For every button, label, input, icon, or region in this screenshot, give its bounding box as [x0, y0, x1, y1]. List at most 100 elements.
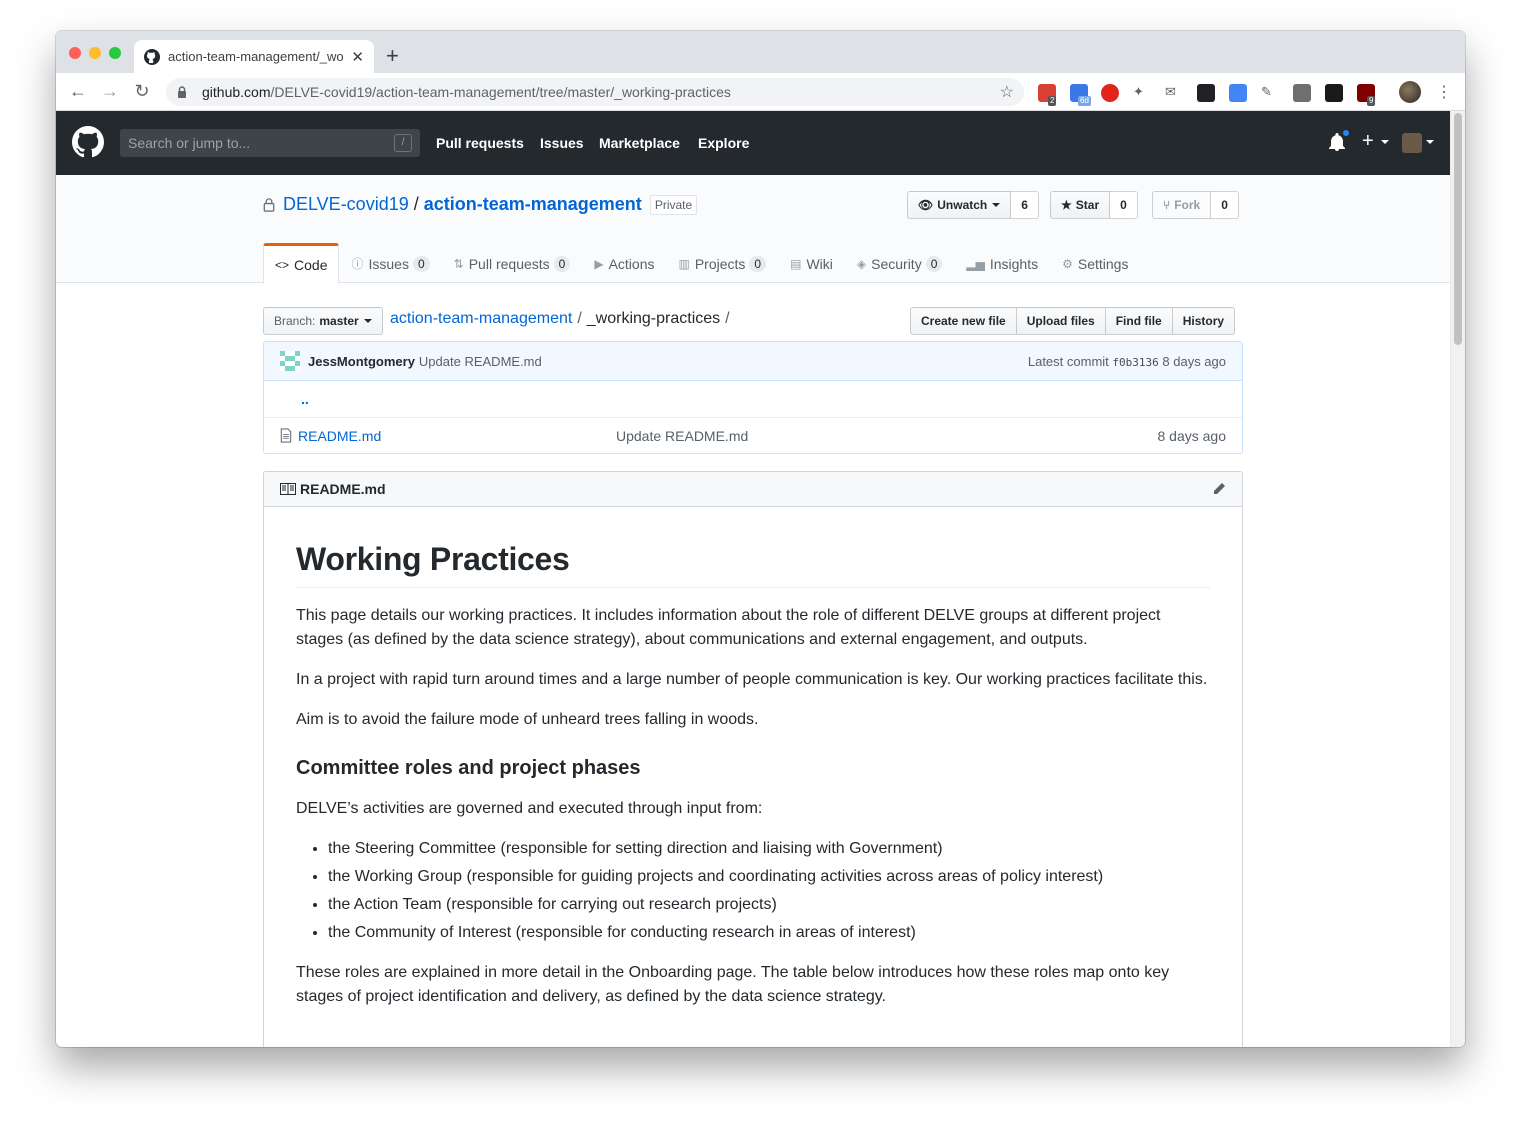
edit-pencil-icon[interactable]	[1212, 482, 1226, 496]
tab-close-icon[interactable]: ✕	[351, 48, 364, 66]
forward-icon[interactable]: →	[99, 81, 121, 102]
file-name-link[interactable]: README.md	[298, 428, 381, 444]
extension-feather-icon[interactable]: ✎	[1261, 84, 1279, 102]
chrome-menu-icon[interactable]: ⋮	[1436, 82, 1452, 102]
create-new-caret-icon	[1381, 140, 1389, 144]
breadcrumb-separator: /	[577, 310, 582, 327]
fork-button[interactable]: ⑂ Fork	[1152, 191, 1212, 219]
star-label: Star	[1075, 198, 1100, 212]
find-file-button[interactable]: Find file	[1104, 307, 1173, 335]
tab-code[interactable]: <> Code	[263, 243, 340, 284]
commit-message-link[interactable]: Update README.md	[419, 354, 542, 369]
repo-name-link[interactable]: action-team-management	[424, 194, 642, 215]
github-search-input[interactable]: Search or jump to... /	[120, 129, 420, 157]
nav-marketplace[interactable]: Marketplace	[599, 135, 680, 151]
extension-blue-icon[interactable]	[1229, 84, 1247, 102]
book-icon	[280, 483, 296, 495]
tab-projects[interactable]: ▥ Projects 0	[667, 243, 779, 283]
code-icon: <>	[275, 258, 290, 272]
readme-paragraph: DELVE’s activities are governed and exec…	[296, 800, 763, 817]
repo-title: DELVE-covid19 / action-team-management P…	[263, 194, 698, 215]
tab-counter: 0	[412, 255, 430, 272]
nav-pull-requests[interactable]: Pull requests	[436, 135, 524, 151]
commit-author-link[interactable]: JessMontgomery	[308, 354, 415, 369]
github-header: Search or jump to... / Pull requests Iss…	[56, 111, 1450, 175]
close-window-button[interactable]	[69, 47, 81, 59]
tab-actions[interactable]: ▶ Actions	[582, 243, 666, 283]
address-bar[interactable]: github.com/DELVE-covid19/action-team-man…	[166, 78, 1024, 106]
nav-issues[interactable]: Issues	[540, 135, 584, 151]
parent-dir-row[interactable]: ..	[264, 381, 1242, 417]
tab-insights[interactable]: ▂▅ Insights	[954, 243, 1050, 283]
tab-pull-requests[interactable]: ⇅ Pull requests 0	[442, 243, 583, 283]
history-button[interactable]: History	[1171, 307, 1236, 335]
bookmark-star-icon[interactable]: ☆	[1000, 82, 1014, 102]
extension-camera-icon[interactable]	[1197, 84, 1215, 102]
unwatch-label: Unwatch	[937, 198, 988, 212]
readme-content: Working Practices This page details our …	[264, 507, 1242, 1009]
upload-files-button[interactable]: Upload files	[1015, 307, 1106, 335]
tab-title: action-team-management/_wo	[168, 49, 344, 64]
create-new-icon[interactable]: +	[1362, 130, 1374, 153]
scrollbar-thumb[interactable]	[1454, 113, 1462, 345]
extension-badge: 9	[1367, 96, 1376, 106]
branch-name: master	[319, 314, 359, 328]
list-item: the Community of Interest (responsible f…	[328, 921, 1210, 945]
tab-label: Code	[294, 257, 328, 273]
fork-icon: ⑂	[1163, 198, 1171, 212]
repo-nav: <> Code ⓘ Issues 0 ⇅ Pull requests 0 ▶ Actions…	[263, 243, 1140, 284]
private-label: Private	[649, 194, 698, 215]
extension-dropbox-icon[interactable]: ✦	[1133, 84, 1151, 102]
tab-settings[interactable]: ⚙ Settings	[1050, 243, 1140, 283]
browser-tabbar: action-team-management/_wo ✕ +	[56, 31, 1465, 73]
watch-group: 👁 Unwatch 6	[907, 191, 1039, 219]
extension-ap-icon[interactable]	[1293, 84, 1311, 102]
roles-list: the Steering Committee (responsible for …	[296, 837, 1210, 945]
star-button[interactable]: ★ Star	[1050, 191, 1111, 219]
tab-label: Actions	[608, 255, 655, 272]
maximize-window-button[interactable]	[109, 47, 121, 59]
extension-mail-icon[interactable]: ✉	[1165, 84, 1183, 102]
fork-count[interactable]: 0	[1211, 191, 1239, 219]
private-lock-icon	[263, 198, 275, 212]
user-avatar[interactable]	[1402, 133, 1422, 153]
table-row: README.md Update README.md 8 days ago	[264, 417, 1242, 453]
github-logo-icon[interactable]	[72, 126, 104, 158]
repo-header: DELVE-covid19 / action-team-management P…	[56, 175, 1450, 284]
file-commit-message-link[interactable]: Update README.md	[616, 428, 748, 444]
commit-age: 8 days ago	[1162, 353, 1226, 369]
minimize-window-button[interactable]	[89, 47, 101, 59]
chrome-profile-avatar[interactable]	[1399, 81, 1421, 103]
reload-icon[interactable]: ↻	[131, 81, 153, 102]
unwatch-caret-icon	[992, 203, 1001, 207]
extension-h-icon[interactable]	[1325, 84, 1343, 102]
breadcrumb-separator: /	[725, 310, 730, 327]
unwatch-button[interactable]: 👁 Unwatch	[907, 191, 1012, 219]
star-count[interactable]: 0	[1110, 191, 1138, 219]
search-placeholder: Search or jump to...	[128, 135, 251, 151]
readme-paragraph: Aim is to avoid the failure mode of unhe…	[296, 711, 759, 728]
watch-count[interactable]: 6	[1011, 191, 1039, 219]
browser-tab[interactable]: action-team-management/_wo ✕	[134, 40, 374, 73]
tab-label: Settings	[1077, 255, 1129, 272]
new-tab-icon[interactable]: +	[386, 43, 399, 69]
tab-label: Pull requests	[468, 255, 550, 272]
star-group: ★ Star 0	[1050, 191, 1138, 219]
commit-sha-link[interactable]: f0b3136	[1112, 356, 1158, 369]
tab-label: Security	[871, 255, 922, 272]
back-icon[interactable]: ←	[67, 81, 89, 102]
page-scrollbar[interactable]	[1450, 111, 1465, 1047]
tab-security[interactable]: ◈ Security 0	[845, 243, 955, 283]
readme-paragraph: This page details our working practices.…	[296, 607, 1161, 648]
breadcrumb-repo-link[interactable]: action-team-management	[390, 310, 572, 328]
tab-counter: 0	[553, 255, 571, 272]
nav-explore[interactable]: Explore	[698, 135, 749, 151]
committer-avatar[interactable]	[280, 351, 300, 371]
branch-select-button[interactable]: Branch: master	[263, 307, 383, 335]
parent-dir-link[interactable]: ..	[301, 391, 309, 407]
tab-issues[interactable]: ⓘ Issues 0	[339, 243, 441, 283]
repo-owner-link[interactable]: DELVE-covid19	[283, 194, 409, 215]
tab-wiki[interactable]: ▤ Wiki	[778, 243, 845, 283]
extension-opera-icon[interactable]	[1101, 84, 1119, 102]
create-new-file-button[interactable]: Create new file	[910, 307, 1017, 335]
